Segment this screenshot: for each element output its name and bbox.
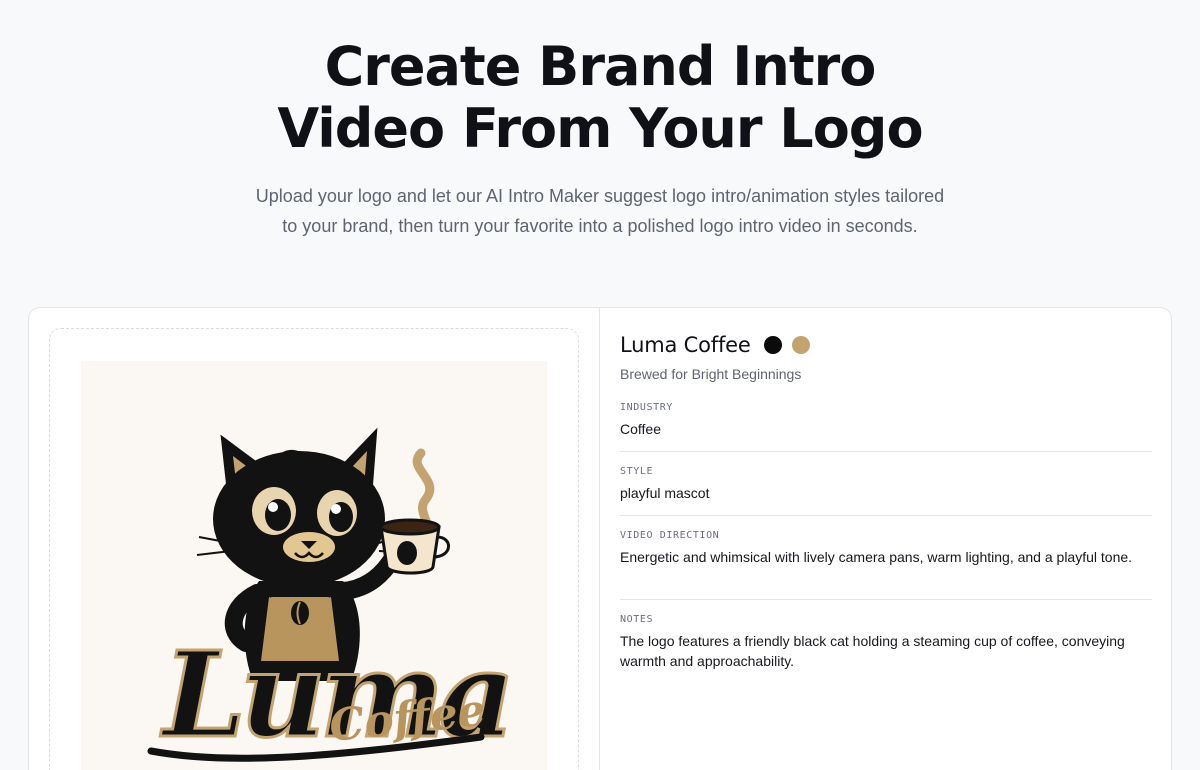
field-style-label: STYLE: [620, 466, 654, 477]
field-industry: INDUSTRY Coffee: [620, 402, 1152, 439]
field-video-direction-label: VIDEO DIRECTION: [620, 530, 720, 541]
brand-name: Luma Coffee: [620, 333, 751, 357]
field-industry-value: Coffee: [620, 421, 661, 437]
brand-color-swatch-primary: [763, 336, 782, 354]
page-title: Create Brand Intro Video From Your Logo: [0, 36, 1200, 160]
field-notes-label: NOTES: [620, 614, 654, 625]
field-video-direction-value: Energetic and whimsical with lively came…: [620, 549, 1133, 565]
page-subtitle: Upload your logo and let our AI Intro Ma…: [255, 186, 945, 236]
brand-color-swatch-secondary: [791, 336, 810, 354]
field-style-value: playful mascot: [620, 485, 710, 501]
luma-coffee-logo-image: Luma Coffee: [147, 427, 517, 766]
divider: [620, 451, 1152, 452]
brand-analysis-card: Luma Coffee Luma Coffee Brewed for Brigh…: [28, 307, 1172, 770]
field-notes: NOTES The logo features a friendly black…: [620, 614, 1152, 671]
page-title-line-1: Create Brand Intro: [324, 35, 877, 98]
field-video-direction: VIDEO DIRECTION Energetic and whimsical …: [620, 530, 1152, 567]
page-title-line-2: Video From Your Logo: [277, 97, 923, 160]
brand-tagline: Brewed for Bright Beginnings: [620, 366, 802, 382]
divider: [620, 515, 1152, 516]
brand-details-pane: Luma Coffee Brewed for Bright Beginnings…: [601, 308, 1171, 770]
brand-header: Luma Coffee: [620, 330, 810, 360]
logo-pane: Luma Coffee: [29, 308, 600, 770]
field-style: STYLE playful mascot: [620, 466, 1152, 503]
logo-preview: Luma Coffee: [81, 361, 547, 770]
field-industry-label: INDUSTRY: [620, 402, 673, 413]
field-notes-value: The logo features a friendly black cat h…: [620, 633, 1125, 669]
divider: [620, 599, 1152, 600]
